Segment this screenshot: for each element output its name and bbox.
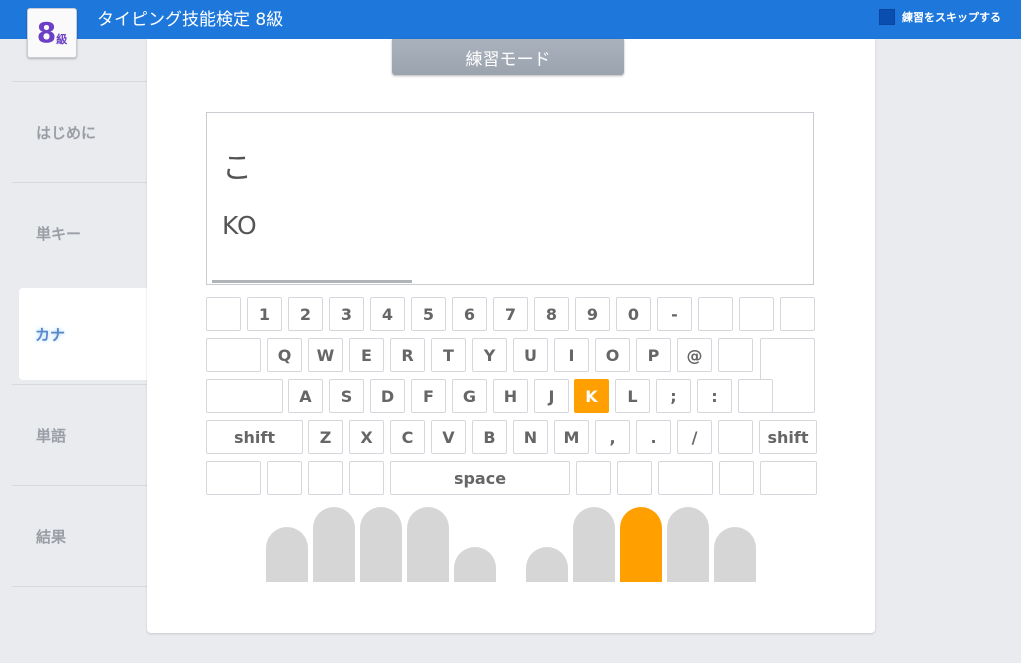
key-shift[interactable]: shift <box>206 420 303 454</box>
key-blank[interactable] <box>206 379 283 413</box>
key-u[interactable]: U <box>513 338 548 372</box>
key-5[interactable]: 5 <box>411 297 446 331</box>
sidebar-item-label: 単語 <box>36 426 67 445</box>
key-3[interactable]: 3 <box>329 297 364 331</box>
key-4[interactable]: 4 <box>370 297 405 331</box>
key-p[interactable]: P <box>636 338 671 372</box>
key-blank[interactable] <box>718 420 753 454</box>
key-f[interactable]: F <box>411 379 446 413</box>
finger-right-middle <box>620 507 662 582</box>
key-w[interactable]: W <box>308 338 343 372</box>
prompt-romaji: KO <box>222 211 257 240</box>
key-m[interactable]: M <box>554 420 589 454</box>
key-blank[interactable] <box>576 461 611 495</box>
key-blank[interactable] <box>738 379 773 413</box>
sidebar-item-intro[interactable]: はじめに <box>12 81 147 182</box>
key-2[interactable]: 2 <box>288 297 323 331</box>
key-i[interactable]: I <box>554 338 589 372</box>
key-semicolon[interactable]: ; <box>656 379 691 413</box>
key-at[interactable]: @ <box>677 338 712 372</box>
skip-label: 練習をスキップする <box>902 11 1001 24</box>
key-blank[interactable] <box>718 338 753 372</box>
skip-practice-checkbox[interactable]: 練習をスキップする <box>879 9 1001 25</box>
key-blank[interactable] <box>780 297 815 331</box>
sidebar-item-words[interactable]: 単語 <box>12 384 147 485</box>
key-j[interactable]: J <box>534 379 569 413</box>
finger-left-ring <box>313 507 355 582</box>
level-unit: 級 <box>56 33 68 46</box>
key-blank[interactable] <box>206 461 261 495</box>
key-a[interactable]: A <box>288 379 323 413</box>
key-k[interactable]: K <box>574 379 609 413</box>
key-period[interactable]: . <box>636 420 671 454</box>
sidebar-divider <box>12 586 147 587</box>
app-title: タイピング技能検定 8級 <box>97 10 284 30</box>
finger-left-index <box>407 507 449 582</box>
mode-tab[interactable]: 練習モード <box>392 39 624 75</box>
key-blank[interactable] <box>658 461 713 495</box>
progress-bar <box>212 280 412 283</box>
key-6[interactable]: 6 <box>452 297 487 331</box>
key-h[interactable]: H <box>493 379 528 413</box>
key-1[interactable]: 1 <box>247 297 282 331</box>
sidebar-item-label: カナ <box>35 325 66 344</box>
finger-left-middle <box>360 507 402 582</box>
key-q[interactable]: Q <box>267 338 302 372</box>
finger-right-index <box>573 507 615 582</box>
key-y[interactable]: Y <box>472 338 507 372</box>
key-9[interactable]: 9 <box>575 297 610 331</box>
key-blank[interactable] <box>349 461 384 495</box>
key-e[interactable]: E <box>349 338 384 372</box>
key-blank[interactable] <box>308 461 343 495</box>
prompt-box: こ KO <box>206 112 814 285</box>
key-g[interactable]: G <box>452 379 487 413</box>
key-b[interactable]: B <box>472 420 507 454</box>
key-blank[interactable] <box>206 338 261 372</box>
prompt-kana: こ <box>222 151 252 186</box>
key-x[interactable]: X <box>349 420 384 454</box>
key-z[interactable]: Z <box>308 420 343 454</box>
key-blank[interactable] <box>206 297 241 331</box>
key-v[interactable]: V <box>431 420 466 454</box>
key-shift[interactable]: shift <box>759 420 817 454</box>
sidebar-item-results[interactable]: 結果 <box>12 485 147 586</box>
key-blank[interactable] <box>267 461 302 495</box>
finger-left-thumb <box>454 547 496 582</box>
key-comma[interactable]: , <box>595 420 630 454</box>
key-r[interactable]: R <box>390 338 425 372</box>
key-7[interactable]: 7 <box>493 297 528 331</box>
key-c[interactable]: C <box>390 420 425 454</box>
sidebar-item-label: 結果 <box>36 527 67 546</box>
sidebar-item-label: 単キー <box>36 224 82 243</box>
key-slash[interactable]: / <box>677 420 712 454</box>
sidebar-item-label: はじめに <box>36 123 97 142</box>
key-minus[interactable]: - <box>657 297 692 331</box>
key-l[interactable]: L <box>615 379 650 413</box>
key-o[interactable]: O <box>595 338 630 372</box>
finger-right-ring <box>667 507 709 582</box>
finger-right-thumb <box>526 547 568 582</box>
key-d[interactable]: D <box>370 379 405 413</box>
finger-right-pinky <box>714 527 756 582</box>
header-bar: タイピング技能検定 8級 練習をスキップする <box>0 0 1021 39</box>
checkbox-icon[interactable] <box>879 9 895 25</box>
key-8[interactable]: 8 <box>534 297 569 331</box>
level-number: 8 <box>36 16 57 49</box>
sidebar-item-kana[interactable]: カナ <box>19 288 155 380</box>
sidebar: はじめに 単キー カナ 単語 結果 <box>12 81 155 587</box>
key-n[interactable]: N <box>513 420 548 454</box>
key-space[interactable]: space <box>390 461 570 495</box>
key-t[interactable]: T <box>431 338 466 372</box>
key-blank[interactable] <box>719 461 754 495</box>
level-badge: 8 級 <box>27 8 77 58</box>
key-colon[interactable]: : <box>697 379 732 413</box>
key-blank[interactable] <box>617 461 652 495</box>
key-blank[interactable] <box>698 297 733 331</box>
key-blank[interactable] <box>760 461 817 495</box>
key-0[interactable]: 0 <box>616 297 651 331</box>
finger-left-pinky <box>266 527 308 582</box>
sidebar-item-single-key[interactable]: 単キー <box>12 182 147 283</box>
key-s[interactable]: S <box>329 379 364 413</box>
key-blank[interactable] <box>739 297 774 331</box>
